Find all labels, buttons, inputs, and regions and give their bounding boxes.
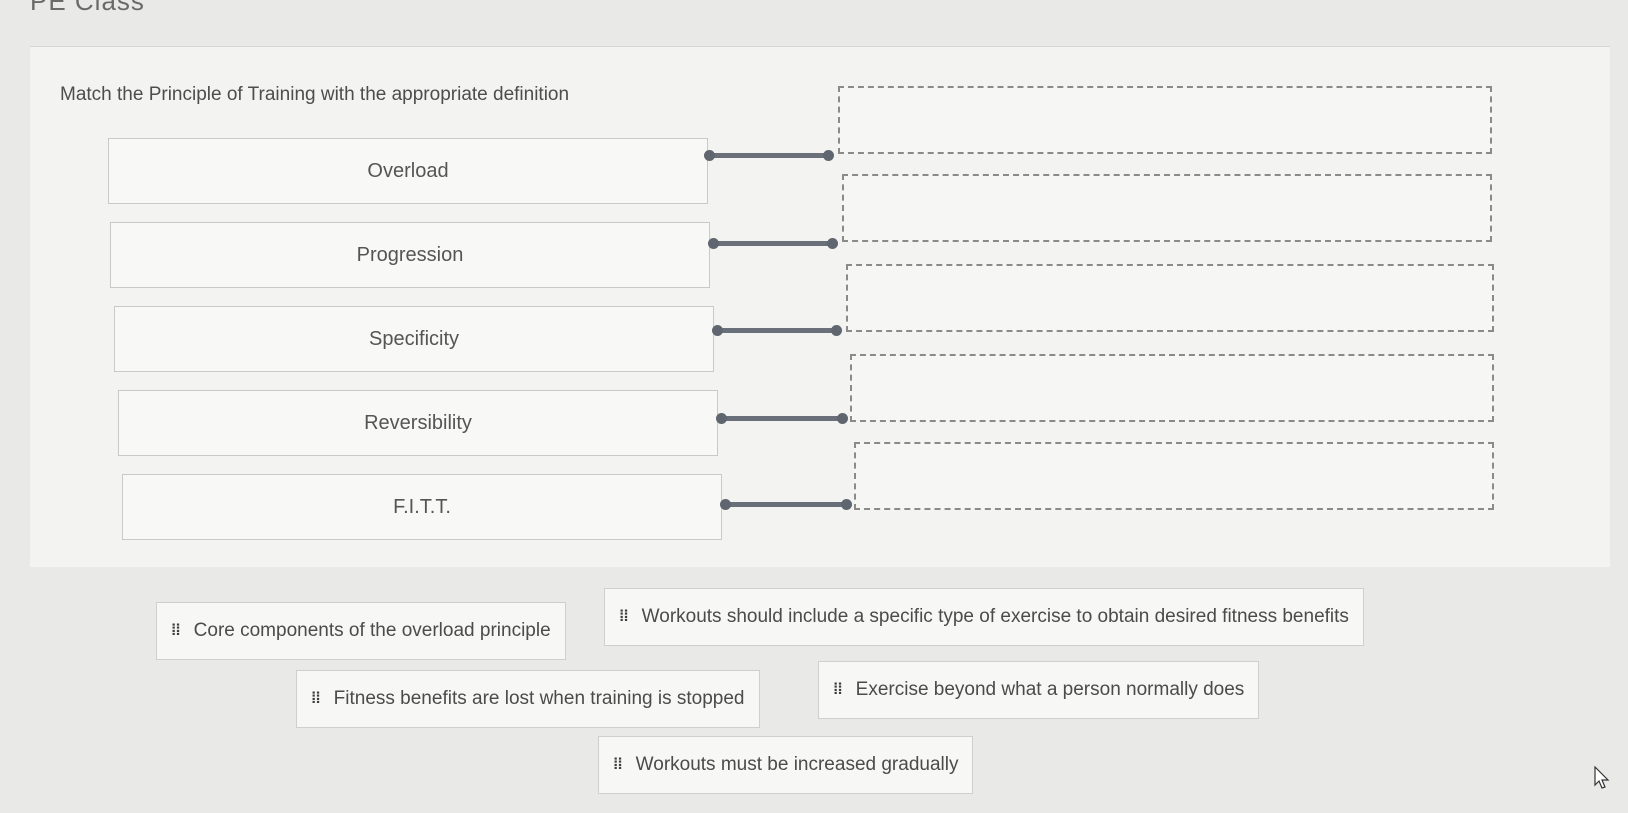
drag-handle-icon[interactable]: ⁞⁞ bbox=[311, 690, 321, 708]
answer-choice-label: Workouts must be increased gradually bbox=[635, 754, 959, 775]
question-prompt: Match the Principle of Training with the… bbox=[60, 84, 570, 105]
drop-zone-fitt[interactable] bbox=[854, 442, 1494, 510]
answer-choice-label: Workouts should include a specific type … bbox=[641, 606, 1349, 627]
mouse-pointer-icon bbox=[1594, 766, 1610, 789]
answer-choice-label: Fitness benefits are lost when training … bbox=[333, 688, 745, 709]
connector-line bbox=[704, 150, 834, 161]
drop-zone-specificity[interactable] bbox=[846, 264, 1494, 332]
drop-zone-reversibility[interactable] bbox=[850, 354, 1494, 422]
drop-zone-progression[interactable] bbox=[842, 174, 1492, 242]
page-title-fragment: PE Class bbox=[30, 0, 145, 16]
term-specificity: Specificity bbox=[114, 306, 714, 372]
connector-line bbox=[716, 413, 848, 424]
term-label: F.I.T.T. bbox=[393, 495, 451, 518]
drag-handle-icon[interactable]: ⁞⁞ bbox=[171, 622, 181, 640]
drag-handle-icon[interactable]: ⁞⁞ bbox=[833, 681, 843, 699]
term-label: Specificity bbox=[368, 327, 460, 350]
term-reversibility: Reversibility bbox=[118, 390, 718, 456]
connector-line bbox=[720, 499, 852, 510]
term-label: Overload bbox=[367, 159, 449, 182]
answer-choice-label: Core components of the overload principl… bbox=[193, 620, 551, 641]
answer-choice-label: Exercise beyond what a person normally d… bbox=[855, 679, 1245, 700]
connector-line bbox=[712, 325, 842, 336]
term-label: Reversibility bbox=[364, 411, 472, 434]
connector-line bbox=[708, 238, 838, 249]
answer-choice-beyond-normal[interactable]: ⁞⁞ Exercise beyond what a person normall… bbox=[818, 661, 1260, 719]
term-label: Progression bbox=[356, 243, 464, 266]
answer-choice-increased-gradually[interactable]: ⁞⁞ Workouts must be increased gradually bbox=[598, 736, 974, 794]
drag-handle-icon[interactable]: ⁞⁞ bbox=[619, 608, 629, 626]
term-progression: Progression bbox=[110, 222, 710, 288]
drop-zone-overload[interactable] bbox=[838, 86, 1492, 154]
answer-choice-benefits-lost[interactable]: ⁞⁞ Fitness benefits are lost when traini… bbox=[296, 670, 760, 728]
term-overload: Overload bbox=[108, 138, 708, 204]
answer-choice-core-components[interactable]: ⁞⁞ Core components of the overload princ… bbox=[156, 602, 566, 660]
drag-handle-icon[interactable]: ⁞⁞ bbox=[613, 756, 623, 774]
answer-choice-specific-exercise[interactable]: ⁞⁞ Workouts should include a specific ty… bbox=[604, 588, 1364, 646]
term-fitt: F.I.T.T. bbox=[122, 474, 722, 540]
